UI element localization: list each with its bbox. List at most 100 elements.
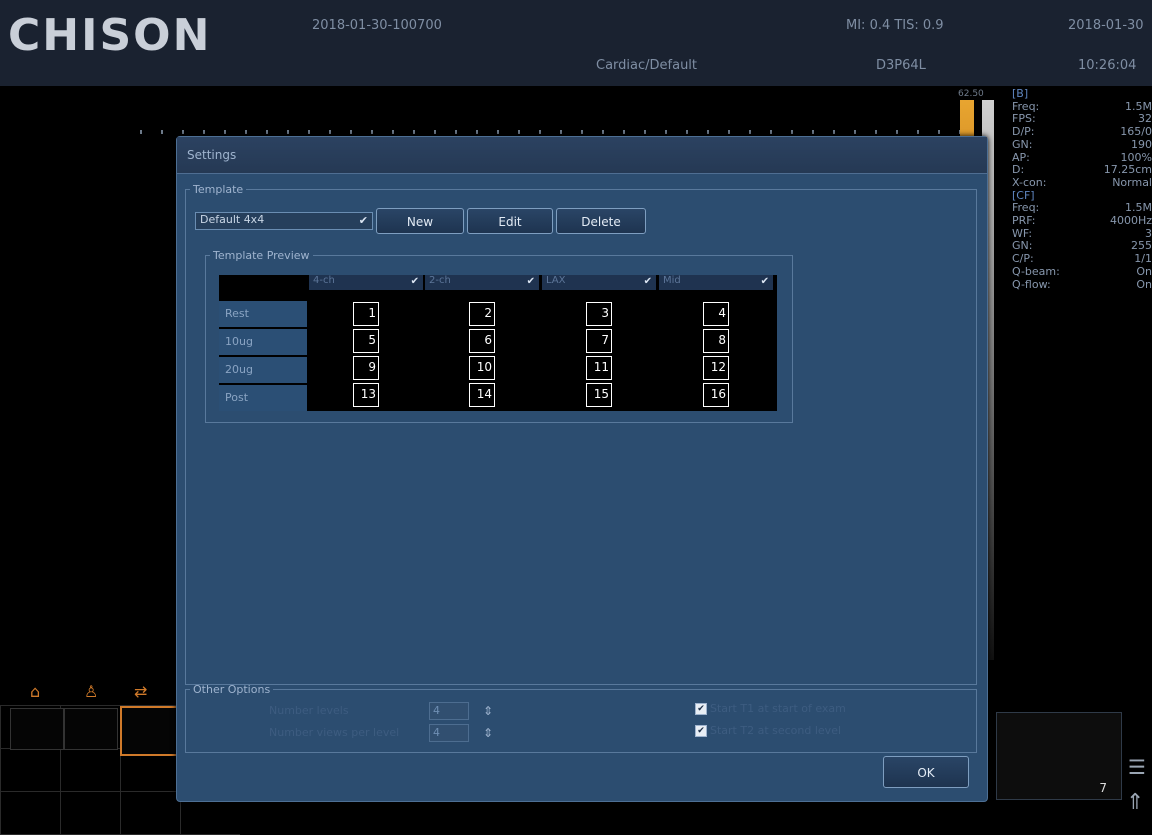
scale-tick [518,130,520,134]
scroll-up-icon[interactable]: ⇑ [1126,790,1144,815]
scale-tick [539,130,541,134]
thumbnail-1[interactable] [10,708,64,750]
probe-icon[interactable]: ⌂ [30,682,40,701]
delete-button[interactable]: Delete [556,208,646,234]
date-label: 2018-01-30 [1068,18,1144,33]
scale-tick [308,130,310,134]
b-param-row: GN: 190 [1012,137,1152,152]
scale-tick [350,130,352,134]
checkbox-checked-icon[interactable]: ✔ [695,725,707,737]
param-value: Normal [1112,175,1152,189]
start-t2-option[interactable]: ✔ Start T2 at second level [695,724,841,737]
right-thumbnail[interactable]: 7 [996,712,1122,800]
preview-cell[interactable]: 11 [586,356,612,380]
preset-label: Cardiac/Default [596,58,698,73]
ok-button[interactable]: OK [883,756,969,788]
preview-cell[interactable]: 2 [469,302,495,326]
param-value: On [1136,277,1152,291]
scale-tick [854,130,856,134]
chison-logo: CHISON [8,10,212,61]
thumbnail-number: 7 [1099,781,1107,795]
scale-tick [182,130,184,134]
param-value: 4000Hz [1109,214,1152,228]
template-legend: Template [193,183,244,196]
dialog-title-bar: Settings [177,137,987,174]
preview-cell[interactable]: 6 [469,329,495,353]
settings-dialog: Settings Template Default 4x4 ✔ New Edit… [176,136,988,802]
scale-tick [791,130,793,134]
scale-tick [581,130,583,134]
probe-label: D3P64L [876,58,926,73]
scale-tick [623,130,625,134]
b-mode-title: [B] [1012,87,1029,100]
preview-cell[interactable]: 13 [353,383,379,407]
preview-cell[interactable]: 4 [703,302,729,326]
scale-tick [392,130,394,134]
column-header-select[interactable]: 4-ch ✔ [309,275,423,290]
column-header-label: Mid [663,275,681,286]
preview-cell[interactable]: 3 [586,302,612,326]
thumbnail-selected[interactable] [120,706,180,756]
new-button[interactable]: New [376,208,464,234]
bell-icon[interactable]: ♙ [84,682,98,701]
template-select[interactable]: Default 4x4 ✔ [195,212,373,230]
preview-cell[interactable]: 14 [469,383,495,407]
up-down-icon[interactable]: ⇕ [481,724,495,742]
scale-tick [896,130,898,134]
preview-cell[interactable]: 7 [586,329,612,353]
exam-id: 2018-01-30-100700 [312,18,442,33]
column-header-select[interactable]: LAX ✔ [542,275,656,290]
scale-tick [875,130,877,134]
preview-cell[interactable]: 1 [353,302,379,326]
scale-tick [245,130,247,134]
preview-cell[interactable]: 16 [703,383,729,407]
param-value: 1/1 [1134,252,1152,266]
dialog-title: Settings [187,148,237,162]
time-label: 10:26:04 [1078,58,1137,73]
other-options-group: Other Options [185,683,977,753]
param-key: GN: [1012,137,1033,151]
preview-cell[interactable]: 8 [703,329,729,353]
column-header-label: 4-ch [313,275,335,286]
preview-cell[interactable]: 15 [586,383,612,407]
depth-scale [140,130,970,134]
column-header-select[interactable]: Mid ✔ [659,275,773,290]
number-levels-input[interactable]: 4 [429,702,469,720]
scale-tick [728,130,730,134]
views-per-level-input[interactable]: 4 [429,724,469,742]
param-key: Q-flow: [1012,277,1051,291]
column-header-select[interactable]: 2-ch ✔ [425,275,539,290]
mi-tis-readout: MI: 0.4 TIS: 0.9 [846,18,944,33]
parameter-panel: [B] Freq: 1.5M FPS: 32 D/P: 165/0 GN: 190 AP: 100… [1012,87,1152,291]
row-header: Rest [219,301,307,327]
scale-tick [266,130,268,134]
preview-cell[interactable]: 10 [469,356,495,380]
swap-icon[interactable]: ⇄ [134,682,147,701]
menu-icon[interactable]: ☰ [1128,755,1146,779]
param-key: C/P: [1012,252,1034,266]
up-down-icon[interactable]: ⇕ [481,702,495,720]
preview-cell[interactable]: 9 [353,356,379,380]
scale-tick [644,130,646,134]
preview-legend: Template Preview [213,249,310,262]
param-value: 165/0 [1120,125,1152,139]
edit-button[interactable]: Edit [467,208,553,234]
preview-cell[interactable]: 12 [703,356,729,380]
scale-tick [455,130,457,134]
cf-param-row: PRF: 4000Hz [1012,214,1152,228]
row-header: 20ug [219,357,307,383]
chevron-down-icon: ✔ [643,276,652,287]
preview-cell[interactable]: 5 [353,329,379,353]
scale-tick [665,130,667,134]
checkbox-checked-icon[interactable]: ✔ [695,703,707,715]
scale-tick [434,130,436,134]
scale-tick [686,130,688,134]
scale-tick [497,130,499,134]
start-t1-option[interactable]: ✔ Start T1 at start of exam [695,702,846,715]
column-header-label: 2-ch [429,275,451,286]
row-header: Post [219,385,307,411]
thumbnail-2[interactable] [64,708,118,750]
start-t1-label: Start T1 at start of exam [710,702,846,715]
scale-tick [770,130,772,134]
start-t2-label: Start T2 at second level [710,724,842,737]
